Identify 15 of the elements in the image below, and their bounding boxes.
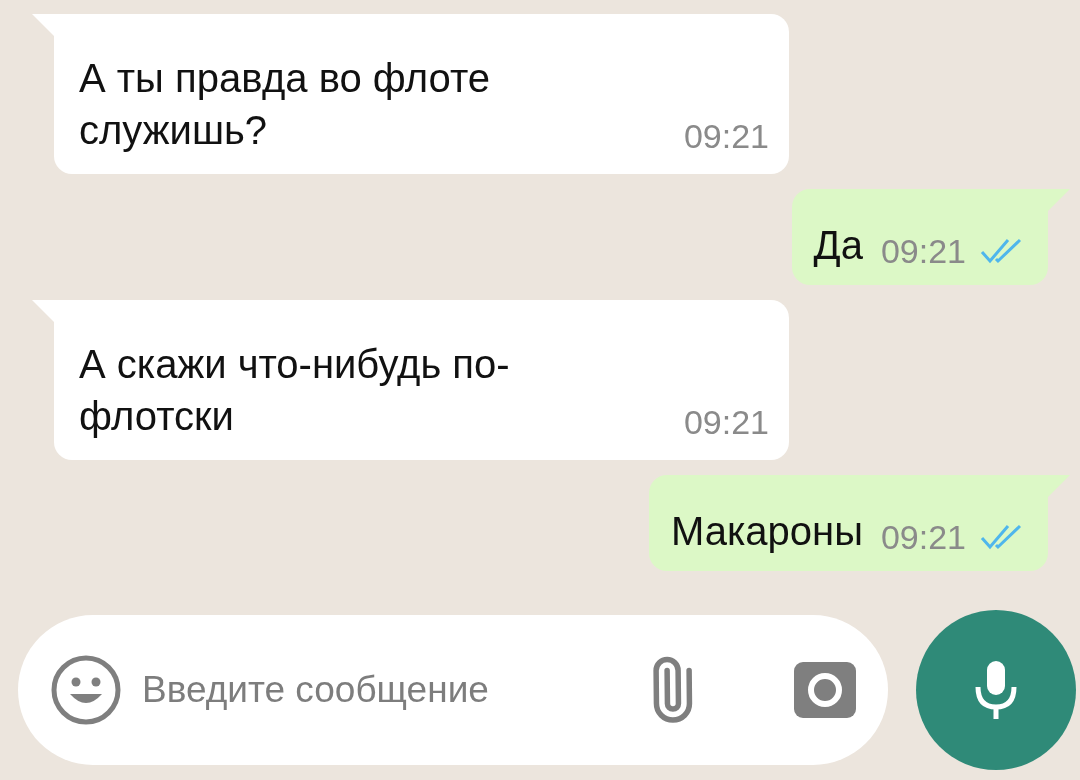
smiley-icon — [50, 654, 122, 726]
camera-icon — [792, 660, 858, 720]
microphone-icon — [974, 659, 1018, 721]
message-time: 09:21 — [683, 402, 769, 442]
message-text: Макароны — [670, 508, 863, 555]
message-text: А ты правда во флоте служишь? — [79, 55, 491, 154]
camera-button[interactable] — [792, 660, 858, 720]
message-time: 09:21 — [683, 116, 769, 156]
message-input[interactable]: Введите сообщение — [18, 615, 888, 765]
message-time: 09:21 — [880, 231, 966, 271]
message-field[interactable]: Введите сообщение — [140, 668, 620, 712]
message-text: А скажи что-нибудь по- флотски — [79, 341, 510, 440]
message-text: Да — [813, 222, 863, 269]
message-time: 09:21 — [880, 517, 966, 557]
emoji-button[interactable] — [50, 654, 122, 726]
